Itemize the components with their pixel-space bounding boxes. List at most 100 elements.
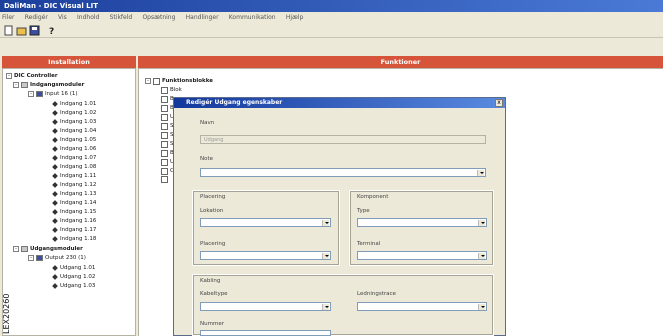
save-icon[interactable] [29, 25, 40, 36]
collapse-icon[interactable]: - [28, 91, 34, 97]
input-icon [52, 227, 58, 233]
new-file-icon[interactable] [3, 25, 14, 36]
placering-label: Placering [200, 241, 226, 247]
tree-node-output-module[interactable]: - Output 230 (1) [28, 254, 86, 262]
ledningstrace-dropdown[interactable] [357, 302, 487, 311]
placering-group-label: Placering [200, 194, 226, 200]
block-icon [161, 113, 168, 121]
ledningstrace-label: Lednings­trace [357, 291, 396, 297]
output-icon [52, 274, 58, 280]
block-icon [161, 131, 168, 139]
input-icon [52, 146, 58, 152]
collapse-icon[interactable]: - [6, 73, 12, 79]
tree-item-output[interactable]: Udgang 1.03 [52, 282, 95, 290]
input-icon [52, 173, 58, 179]
block-icon [161, 167, 168, 175]
menu-help[interactable]: Hjælp [286, 14, 304, 21]
chevron-down-icon[interactable] [477, 170, 484, 176]
output-icon [52, 265, 58, 271]
tree-item-function[interactable]: S [161, 131, 174, 139]
tree-item-input[interactable]: Indgang 1.11 [52, 172, 96, 180]
tree-item-input[interactable]: Indgang 1.14 [52, 199, 96, 207]
chevron-down-icon[interactable] [478, 253, 485, 259]
block-icon [161, 149, 168, 157]
tree-item-input[interactable]: Indgang 1.02 [52, 109, 96, 117]
collapse-icon[interactable]: - [13, 82, 19, 88]
nummer-dropdown[interactable] [200, 330, 331, 336]
menu-file[interactable]: Filer [2, 14, 15, 21]
navn-field: Udgang [200, 135, 486, 144]
block-icon [161, 158, 168, 166]
tree-item-input[interactable]: Indgang 1.04 [52, 127, 96, 135]
menu-bar: Filer Redigér Vis Indhold Stikfeld Opsæt… [0, 12, 663, 23]
folder-icon [21, 82, 28, 88]
tree-item-input[interactable]: Indgang 1.12 [52, 181, 96, 189]
tree-item-function[interactable]: C [161, 167, 174, 175]
tree-item-input[interactable]: Indgang 1.13 [52, 190, 96, 198]
open-folder-icon[interactable] [16, 25, 27, 36]
block-icon [161, 86, 168, 94]
chevron-down-icon[interactable] [322, 253, 329, 259]
tree-item-input[interactable]: Indgang 1.17 [52, 226, 96, 234]
tree-item-output[interactable]: Udgang 1.02 [52, 273, 95, 281]
tree-node-input-group[interactable]: - Indgangsmoduler [13, 81, 84, 89]
window-titlebar: DaliMan - DIC Visual LIT [0, 0, 663, 12]
collapse-icon[interactable]: - [28, 255, 34, 261]
note-label: Note [200, 156, 214, 162]
menu-connect[interactable]: Stikfeld [110, 14, 133, 21]
kabeltype-dropdown[interactable] [200, 302, 331, 311]
tree-node-function-blocks[interactable]: - Funktionsblokke [145, 77, 213, 85]
app-window: DaliMan - DIC Visual LIT Filer Redigér V… [0, 0, 663, 336]
chevron-down-icon[interactable] [478, 220, 485, 226]
menu-view[interactable]: Vis [58, 14, 67, 21]
navn-value: Udgang [204, 137, 224, 143]
nummer-label: Nummer [200, 321, 224, 327]
tree-item-function[interactable]: Blok [161, 86, 182, 94]
tree-item-function[interactable]: B [161, 104, 174, 112]
terminal-dropdown[interactable] [357, 251, 487, 260]
help-question-icon[interactable]: ? [46, 25, 57, 36]
figure-code-label: LEX20260 [2, 293, 11, 334]
tree-item-input[interactable]: Indgang 1.07 [52, 154, 96, 162]
menu-communication[interactable]: Kommunikation [229, 14, 276, 21]
chevron-down-icon[interactable] [322, 220, 329, 226]
collapse-icon[interactable]: - [145, 78, 151, 84]
note-dropdown[interactable] [200, 168, 486, 177]
tree-item-input[interactable]: Indgang 1.18 [52, 235, 96, 243]
close-icon[interactable]: x [495, 99, 503, 107]
type-dropdown[interactable] [357, 218, 487, 227]
tree-item-output[interactable]: Udgang 1.01 [52, 264, 95, 272]
input-icon [52, 191, 58, 197]
tree-node-root[interactable]: - DIC Controller [6, 72, 58, 80]
tree-item-input[interactable]: Indgang 1.01 [52, 100, 96, 108]
tree-item-function[interactable]: S [161, 122, 174, 130]
module-icon [36, 255, 43, 261]
tree-item-input[interactable]: Indgang 1.08 [52, 163, 96, 171]
tree-item-function[interactable] [161, 176, 170, 184]
edit-output-dialog: Redigér Udgang egenskaber x Navn Udgang … [173, 97, 506, 336]
tree-item-function[interactable]: B [161, 149, 174, 157]
block-icon [161, 122, 168, 130]
tree-item-input[interactable]: Indgang 1.15 [52, 208, 96, 216]
tree-item-function[interactable]: B [161, 95, 174, 103]
menu-setup[interactable]: Opsætning [142, 14, 175, 21]
placering-dropdown[interactable] [200, 251, 331, 260]
tree-node-output-group[interactable]: - Udgangsmoduler [13, 245, 83, 253]
menu-content[interactable]: Indhold [77, 14, 99, 21]
menu-edit[interactable]: Redigér [25, 14, 48, 21]
installation-tree: - DIC Controller - Indgangsmoduler - Input … [2, 68, 136, 336]
collapse-icon[interactable]: - [13, 246, 19, 252]
input-icon [52, 200, 58, 206]
tree-item-function[interactable]: S [161, 140, 174, 148]
chevron-down-icon[interactable] [478, 304, 485, 310]
chevron-down-icon[interactable] [322, 304, 329, 310]
tree-node-input-module[interactable]: - Input 16 (1) [28, 90, 78, 98]
terminal-label: Terminal [357, 241, 381, 247]
lokation-dropdown[interactable] [200, 218, 331, 227]
input-icon [52, 218, 58, 224]
tree-item-input[interactable]: Indgang 1.03 [52, 118, 96, 126]
tree-item-input[interactable]: Indgang 1.06 [52, 145, 96, 153]
tree-item-input[interactable]: Indgang 1.05 [52, 136, 96, 144]
tree-item-input[interactable]: Indgang 1.16 [52, 217, 96, 225]
menu-actions[interactable]: Handlinger [186, 14, 219, 21]
